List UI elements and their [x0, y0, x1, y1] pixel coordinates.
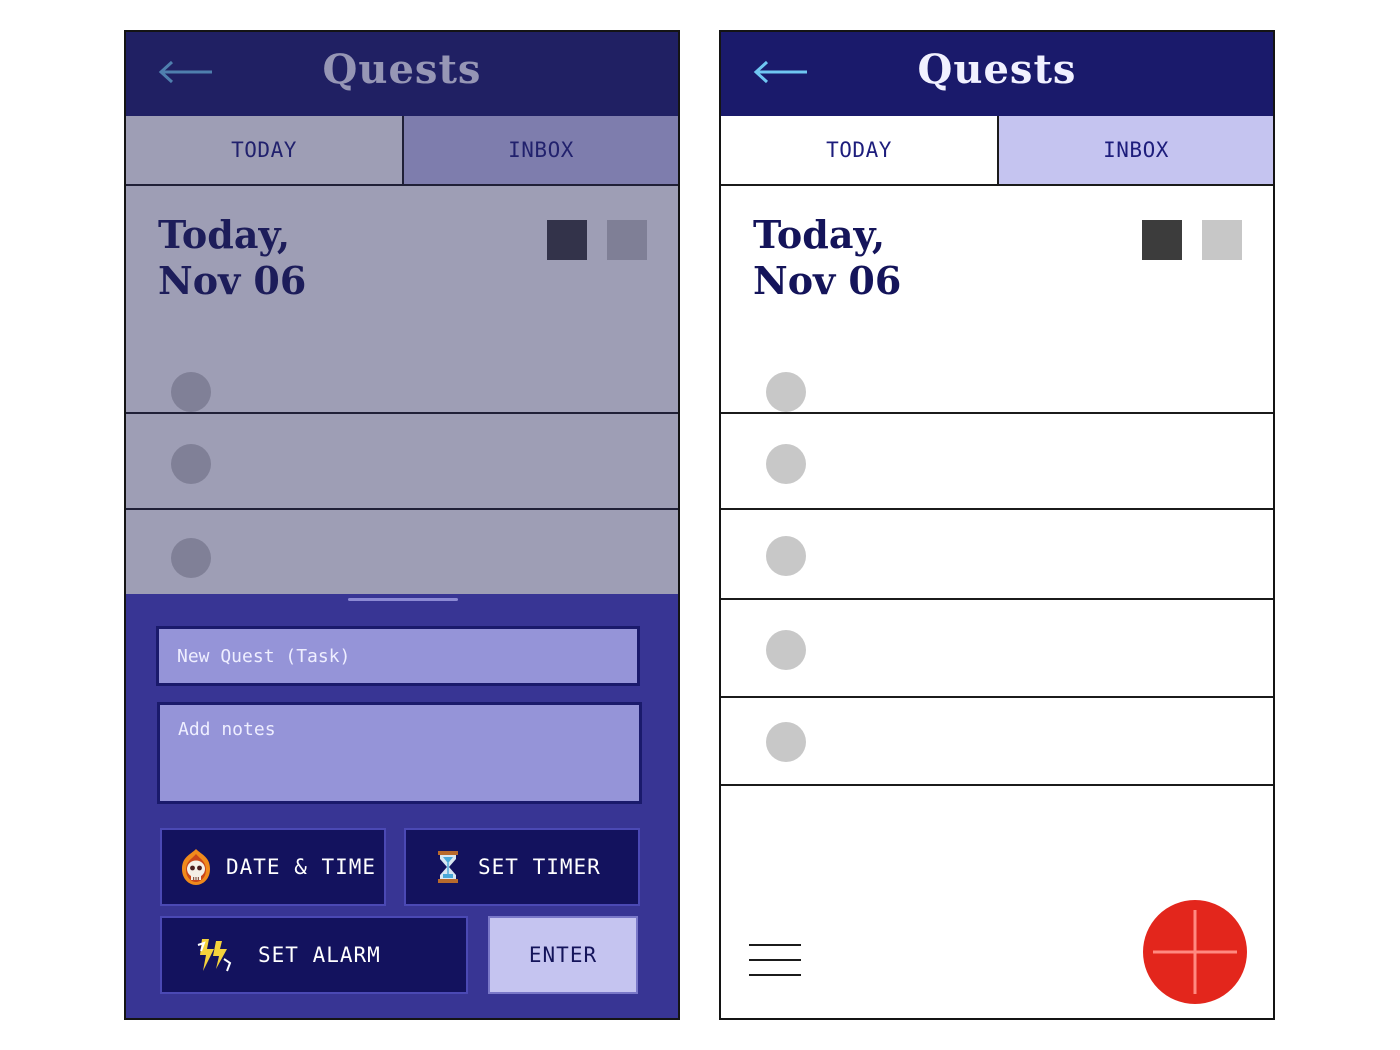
task-checkbox[interactable]	[766, 722, 806, 762]
dark-theme-swatch[interactable]	[1142, 220, 1182, 260]
set-alarm-label: SET ALARM	[258, 943, 381, 967]
task-checkbox[interactable]	[766, 372, 806, 412]
new-quest-input[interactable]	[156, 626, 640, 686]
flaming-skull-icon	[182, 849, 210, 885]
new-quest-sheet: DATE & TIME SET TIMER SET ALARM	[126, 594, 678, 1018]
page-title: Quests	[917, 46, 1077, 93]
task-row[interactable]	[721, 352, 1273, 414]
enter-label: ENTER	[528, 943, 598, 967]
add-quest-button[interactable]	[1143, 900, 1247, 1004]
date-heading-line1: Today,	[753, 212, 886, 257]
hamburger-menu-icon[interactable]	[749, 944, 801, 976]
set-alarm-button[interactable]: SET ALARM	[160, 916, 468, 994]
enter-button[interactable]: ENTER	[488, 916, 638, 994]
task-row[interactable]	[721, 600, 1273, 698]
date-heading: Today, Nov 06	[753, 212, 901, 304]
task-row[interactable]	[721, 510, 1273, 600]
set-timer-button[interactable]: SET TIMER	[404, 828, 640, 906]
plus-icon	[1153, 910, 1237, 994]
light-theme-swatch[interactable]	[1202, 220, 1242, 260]
task-row[interactable]	[721, 414, 1273, 510]
task-checkbox[interactable]	[766, 536, 806, 576]
date-time-label: DATE & TIME	[226, 855, 377, 879]
sheet-drag-handle[interactable]	[348, 598, 458, 601]
tab-bar: TODAY INBOX	[721, 116, 1273, 186]
task-checkbox[interactable]	[766, 630, 806, 670]
task-row[interactable]	[721, 698, 1273, 786]
date-time-button[interactable]: DATE & TIME	[160, 828, 386, 906]
tab-inbox[interactable]: INBOX	[999, 116, 1273, 184]
tab-today[interactable]: TODAY	[721, 116, 999, 184]
lightning-icon	[197, 939, 232, 972]
app-header: Quests	[721, 32, 1273, 116]
phone-screen-new-quest: Quests TODAY INBOX Today, Nov 06 New Que…	[124, 30, 680, 1020]
dim-overlay[interactable]	[126, 32, 678, 598]
hourglass-icon	[438, 851, 458, 883]
date-heading-line2: Nov 06	[753, 258, 902, 303]
task-checkbox[interactable]	[766, 444, 806, 484]
notes-input[interactable]	[157, 702, 642, 804]
set-timer-label: SET TIMER	[478, 855, 601, 879]
phone-screen-quest-list: Quests TODAY INBOX Today, Nov 06	[719, 30, 1275, 1020]
